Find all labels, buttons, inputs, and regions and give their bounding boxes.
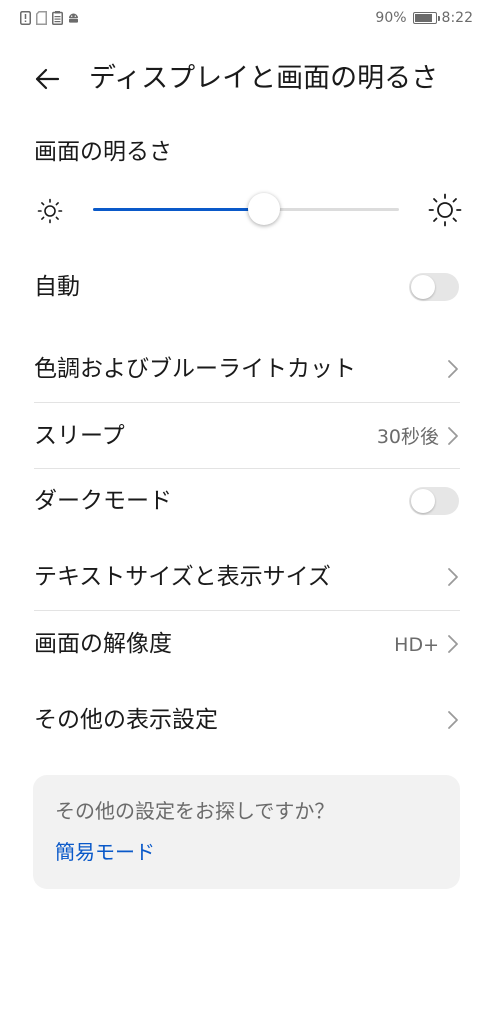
resolution-value: HD+ <box>394 634 439 656</box>
other-display-settings-row[interactable]: その他の表示設定 <box>0 695 493 745</box>
arrow-left-icon <box>35 68 60 90</box>
battery-percent: 90% <box>375 10 407 26</box>
battery-icon <box>412 12 440 24</box>
auto-brightness-toggle[interactable] <box>409 273 459 301</box>
battery-fill <box>414 14 433 22</box>
dark-mode-toggle[interactable] <box>409 487 459 515</box>
brightness-title: 画面の明るさ <box>34 139 172 165</box>
resolution-row[interactable]: 画面の解像度 HD+ <box>0 619 493 669</box>
sleep-row[interactable]: スリープ 30秒後 <box>0 411 493 461</box>
status-bar: 90% 8:22 <box>0 0 493 40</box>
brightness-slider-row <box>0 188 493 232</box>
divider <box>34 402 460 403</box>
other-display-settings-label: その他の表示設定 <box>34 707 218 733</box>
brightness-slider-thumb[interactable] <box>248 193 281 225</box>
chevron-right-icon <box>448 360 458 378</box>
android-icon <box>69 13 78 23</box>
clipboard-icon <box>52 11 63 25</box>
page-title: ディスプレイと画面の明るさ <box>89 63 439 94</box>
chevron-right-icon <box>448 427 458 445</box>
brightness-low-icon <box>37 198 63 224</box>
text-size-row[interactable]: テキストサイズと表示サイズ <box>0 552 493 602</box>
chevron-right-icon <box>448 711 458 729</box>
app-bar: ディスプレイと画面の明るさ <box>0 50 493 108</box>
brightness-high-icon <box>428 193 462 227</box>
chevron-right-icon <box>448 568 458 586</box>
chevron-right-icon <box>448 635 458 653</box>
toggle-knob <box>411 275 435 299</box>
dark-mode-row[interactable]: ダークモード <box>0 476 493 526</box>
auto-brightness-row[interactable]: 自動 <box>0 262 493 312</box>
color-tone-label: 色調およびブルーライトカット <box>34 356 356 382</box>
simple-mode-link[interactable]: 簡易モード <box>55 838 155 866</box>
divider <box>34 610 460 611</box>
resolution-label: 画面の解像度 <box>34 631 172 657</box>
clock: 8:22 <box>441 10 473 26</box>
text-size-label: テキストサイズと表示サイズ <box>34 564 331 590</box>
brightness-slider-fill <box>93 208 265 211</box>
color-tone-row[interactable]: 色調およびブルーライトカット <box>0 344 493 394</box>
display-brightness-screen: 90% 8:22 ディスプレイと画面の明るさ 画面の明るさ 自動 色調およびブル… <box>0 0 493 1024</box>
divider <box>34 468 460 469</box>
suggestion-question: その他の設定をお探しですか？ <box>55 799 335 823</box>
auto-brightness-label: 自動 <box>34 274 80 300</box>
brightness-slider[interactable] <box>93 193 399 225</box>
status-right: 90% 8:22 <box>375 10 473 26</box>
back-button[interactable] <box>30 62 64 96</box>
sleep-value: 30秒後 <box>376 426 439 448</box>
toggle-knob <box>411 489 435 513</box>
notification-icons <box>20 11 79 25</box>
alert-icon <box>20 11 31 25</box>
sleep-label: スリープ <box>34 423 125 449</box>
suggestion-card: その他の設定をお探しですか？ 簡易モード <box>33 775 460 889</box>
sim-icon <box>36 11 47 25</box>
dark-mode-label: ダークモード <box>34 488 172 514</box>
